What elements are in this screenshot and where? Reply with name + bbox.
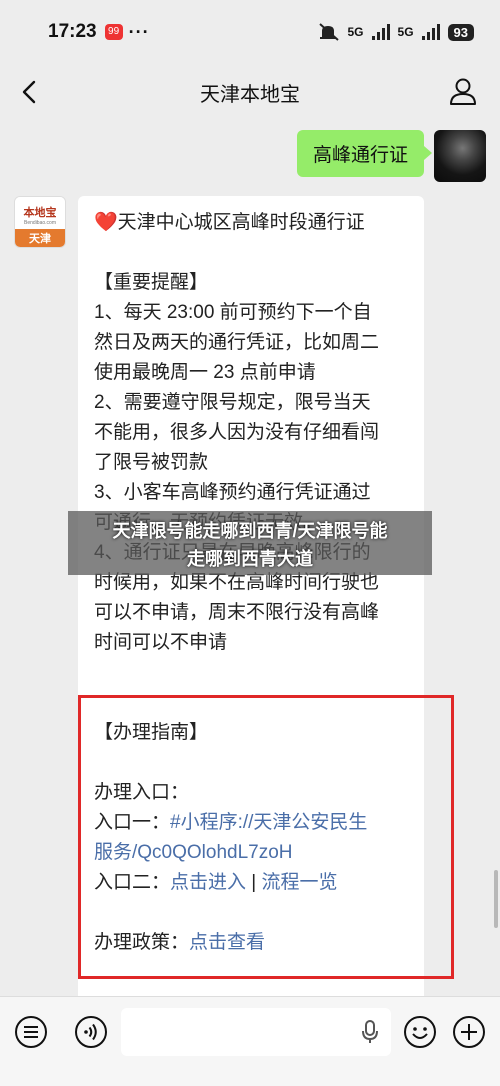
user-avatar[interactable] — [434, 130, 486, 182]
network-label-1: 5G — [347, 25, 364, 39]
input-bar — [0, 996, 500, 1086]
voice-input-icon[interactable] — [74, 1015, 108, 1049]
bot-avatar-city: 天津 — [15, 229, 65, 247]
user-message-bubble[interactable]: 高峰通行证 — [296, 130, 433, 177]
message-line: 3、小客车高峰预约通行凭证通过 — [94, 482, 371, 503]
user-message-text: 高峰通行证 — [312, 145, 408, 166]
guide-title: 【办理指南】 — [94, 722, 209, 743]
entry2-row: 入口二：点击进入 | 流程一览 — [94, 868, 410, 898]
status-icons: 5G 5G 93 — [318, 23, 474, 41]
entry2-process-link[interactable]: 流程一览 — [262, 872, 338, 893]
status-time: 17:23 — [48, 21, 97, 42]
message-line: 然日及两天的通行凭证，比如周二 — [94, 332, 380, 353]
more-notifications-indicator: ··· — [128, 21, 150, 42]
entry2-enter-link[interactable]: 点击进入 — [170, 872, 246, 893]
caption-line-1: 天津限号能走哪到西青/天津限号能 — [112, 521, 388, 541]
entry-label: 办理入口： — [94, 782, 190, 803]
message-heading-text: 天津中心城区高峰时段通行证 — [117, 212, 365, 233]
signal-icon-2 — [421, 24, 440, 40]
entry1-link[interactable]: #小程序://天津公安民生 — [170, 812, 367, 833]
message-heading: ❤️天津中心城区高峰时段通行证 — [94, 208, 410, 238]
policy-link[interactable]: 点击查看 — [189, 932, 265, 953]
message-input[interactable] — [121, 1008, 391, 1056]
heart-icon: ❤️ — [94, 212, 118, 233]
nav-bar: 天津本地宝 — [0, 64, 500, 120]
emoji-icon[interactable] — [403, 1015, 437, 1049]
bot-message-bubble[interactable]: ❤️天津中心城区高峰时段通行证 【重要提醒】 1、每天 23:00 前可预约下一个… — [78, 196, 424, 1016]
signal-icon-1 — [371, 24, 390, 40]
bot-avatar-logo: 本地宝 Bendibao.com — [15, 197, 65, 229]
user-profile-icon[interactable] — [448, 76, 478, 106]
entry1-label: 入口一： — [94, 812, 171, 833]
message-line: 使用最晚周一 23 点前申请 — [94, 362, 316, 383]
mute-icon — [318, 23, 339, 41]
message-line: 可以不申请，周末不限行没有高峰 — [94, 602, 380, 623]
status-bar: 17:23 99 ··· 5G 5G 93 — [0, 0, 500, 64]
entry2-label: 入口二： — [94, 872, 171, 893]
caption-overlay: 天津限号能走哪到西青/天津限号能 走哪到西青大道 — [68, 511, 432, 575]
microphone-icon[interactable] — [361, 1020, 379, 1044]
notification-badge: 99 — [104, 24, 123, 40]
network-label-2: 5G — [397, 25, 414, 39]
bot-avatar[interactable]: 本地宝 Bendibao.com 天津 — [14, 196, 66, 248]
policy-label: 办理政策： — [94, 932, 190, 953]
entry1-link-cont[interactable]: 服务/Qc0QOlohdL7zoH — [94, 842, 293, 863]
battery-indicator: 93 — [447, 23, 474, 41]
message-line: 了限号被罚款 — [94, 452, 209, 473]
scrollbar[interactable] — [494, 870, 498, 928]
caption-line-2: 走哪到西青大道 — [187, 549, 313, 569]
entry2-separator: | — [246, 872, 262, 893]
page-title: 天津本地宝 — [200, 83, 300, 106]
bot-avatar-logo-text: 本地宝 — [23, 207, 57, 219]
message-line: 1、每天 23:00 前可预约下一个自 — [94, 302, 372, 323]
message-line: 2、需要遵守限号规定，限号当天 — [94, 392, 371, 413]
add-icon[interactable] — [452, 1015, 486, 1049]
message-body: 【重要提醒】 1、每天 23:00 前可预约下一个自 然日及两天的通行凭证，比如周二… — [94, 268, 410, 658]
entry1-row: 入口一：#小程序://天津公安民生 — [94, 808, 410, 838]
policy-row: 办理政策：点击查看 — [94, 928, 410, 958]
bot-avatar-domain: Bendibao.com — [24, 220, 56, 226]
message-line: 时间可以不申请 — [94, 632, 228, 653]
message-line: 【重要提醒】 — [94, 272, 209, 293]
entry1-row-cont: 服务/Qc0QOlohdL7zoH — [94, 838, 410, 868]
back-icon[interactable] — [16, 78, 44, 106]
menu-list-icon[interactable] — [14, 1015, 48, 1049]
message-line: 不能用，很多人因为没有仔细看闯 — [94, 422, 380, 443]
